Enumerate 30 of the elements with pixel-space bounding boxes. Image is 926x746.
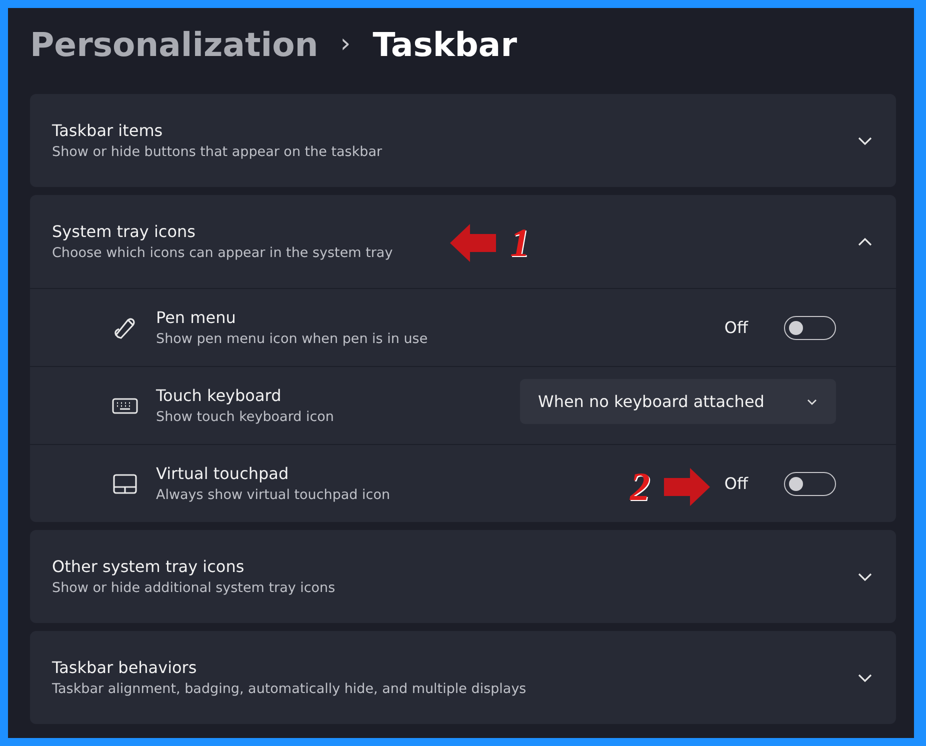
page-title: Taskbar [372, 24, 517, 64]
section-description: Show or hide additional system tray icons [52, 580, 336, 596]
setting-description: Always show virtual touchpad icon [156, 487, 392, 503]
setting-description: Show touch keyboard icon [156, 409, 335, 425]
section-description: Choose which icons can appear in the system tray [52, 245, 394, 261]
section-header[interactable]: Taskbar items Show or hide buttons that appear on the taskbar [30, 94, 896, 187]
section-description: Taskbar alignment, badging, automatically hide, and multiple displays [52, 681, 528, 697]
section-header[interactable]: Other system tray icons Show or hide additional system tray icons [30, 530, 896, 623]
dropdown[interactable]: When no keyboard attached [520, 379, 836, 424]
annotation-number: 1 [510, 219, 530, 266]
toggle-state-label: Off [724, 474, 748, 493]
toggle-state-label: Off [724, 318, 748, 337]
setting-title: Virtual touchpad [156, 464, 290, 483]
toggle-switch[interactable] [784, 472, 836, 496]
breadcrumb-link[interactable]: Personalization [30, 24, 318, 64]
annotation-number: 2 [630, 463, 650, 510]
section-title: System tray icons [52, 222, 196, 241]
section-title: Other system tray icons [52, 557, 246, 576]
breadcrumb-separator: › [340, 29, 351, 59]
section-header[interactable]: System tray icons Choose which icons can appear in the system tray 1 [30, 195, 896, 288]
setting-title: Pen menu [156, 308, 237, 327]
section-description: Show or hide buttons that appear on the taskbar [52, 144, 384, 160]
section-title: Taskbar behaviors [52, 658, 198, 677]
arrow-right-icon [664, 468, 710, 506]
setting-description: Show pen menu icon when pen is in use [156, 331, 429, 347]
setting-title: Touch keyboard [156, 386, 282, 405]
toggle-switch[interactable] [784, 316, 836, 340]
section-title: Taskbar items [52, 121, 164, 140]
section-header[interactable]: Taskbar behaviors Taskbar alignment, badging, automatically hide, and multiple displays [30, 631, 896, 724]
arrow-left-icon [450, 224, 496, 262]
